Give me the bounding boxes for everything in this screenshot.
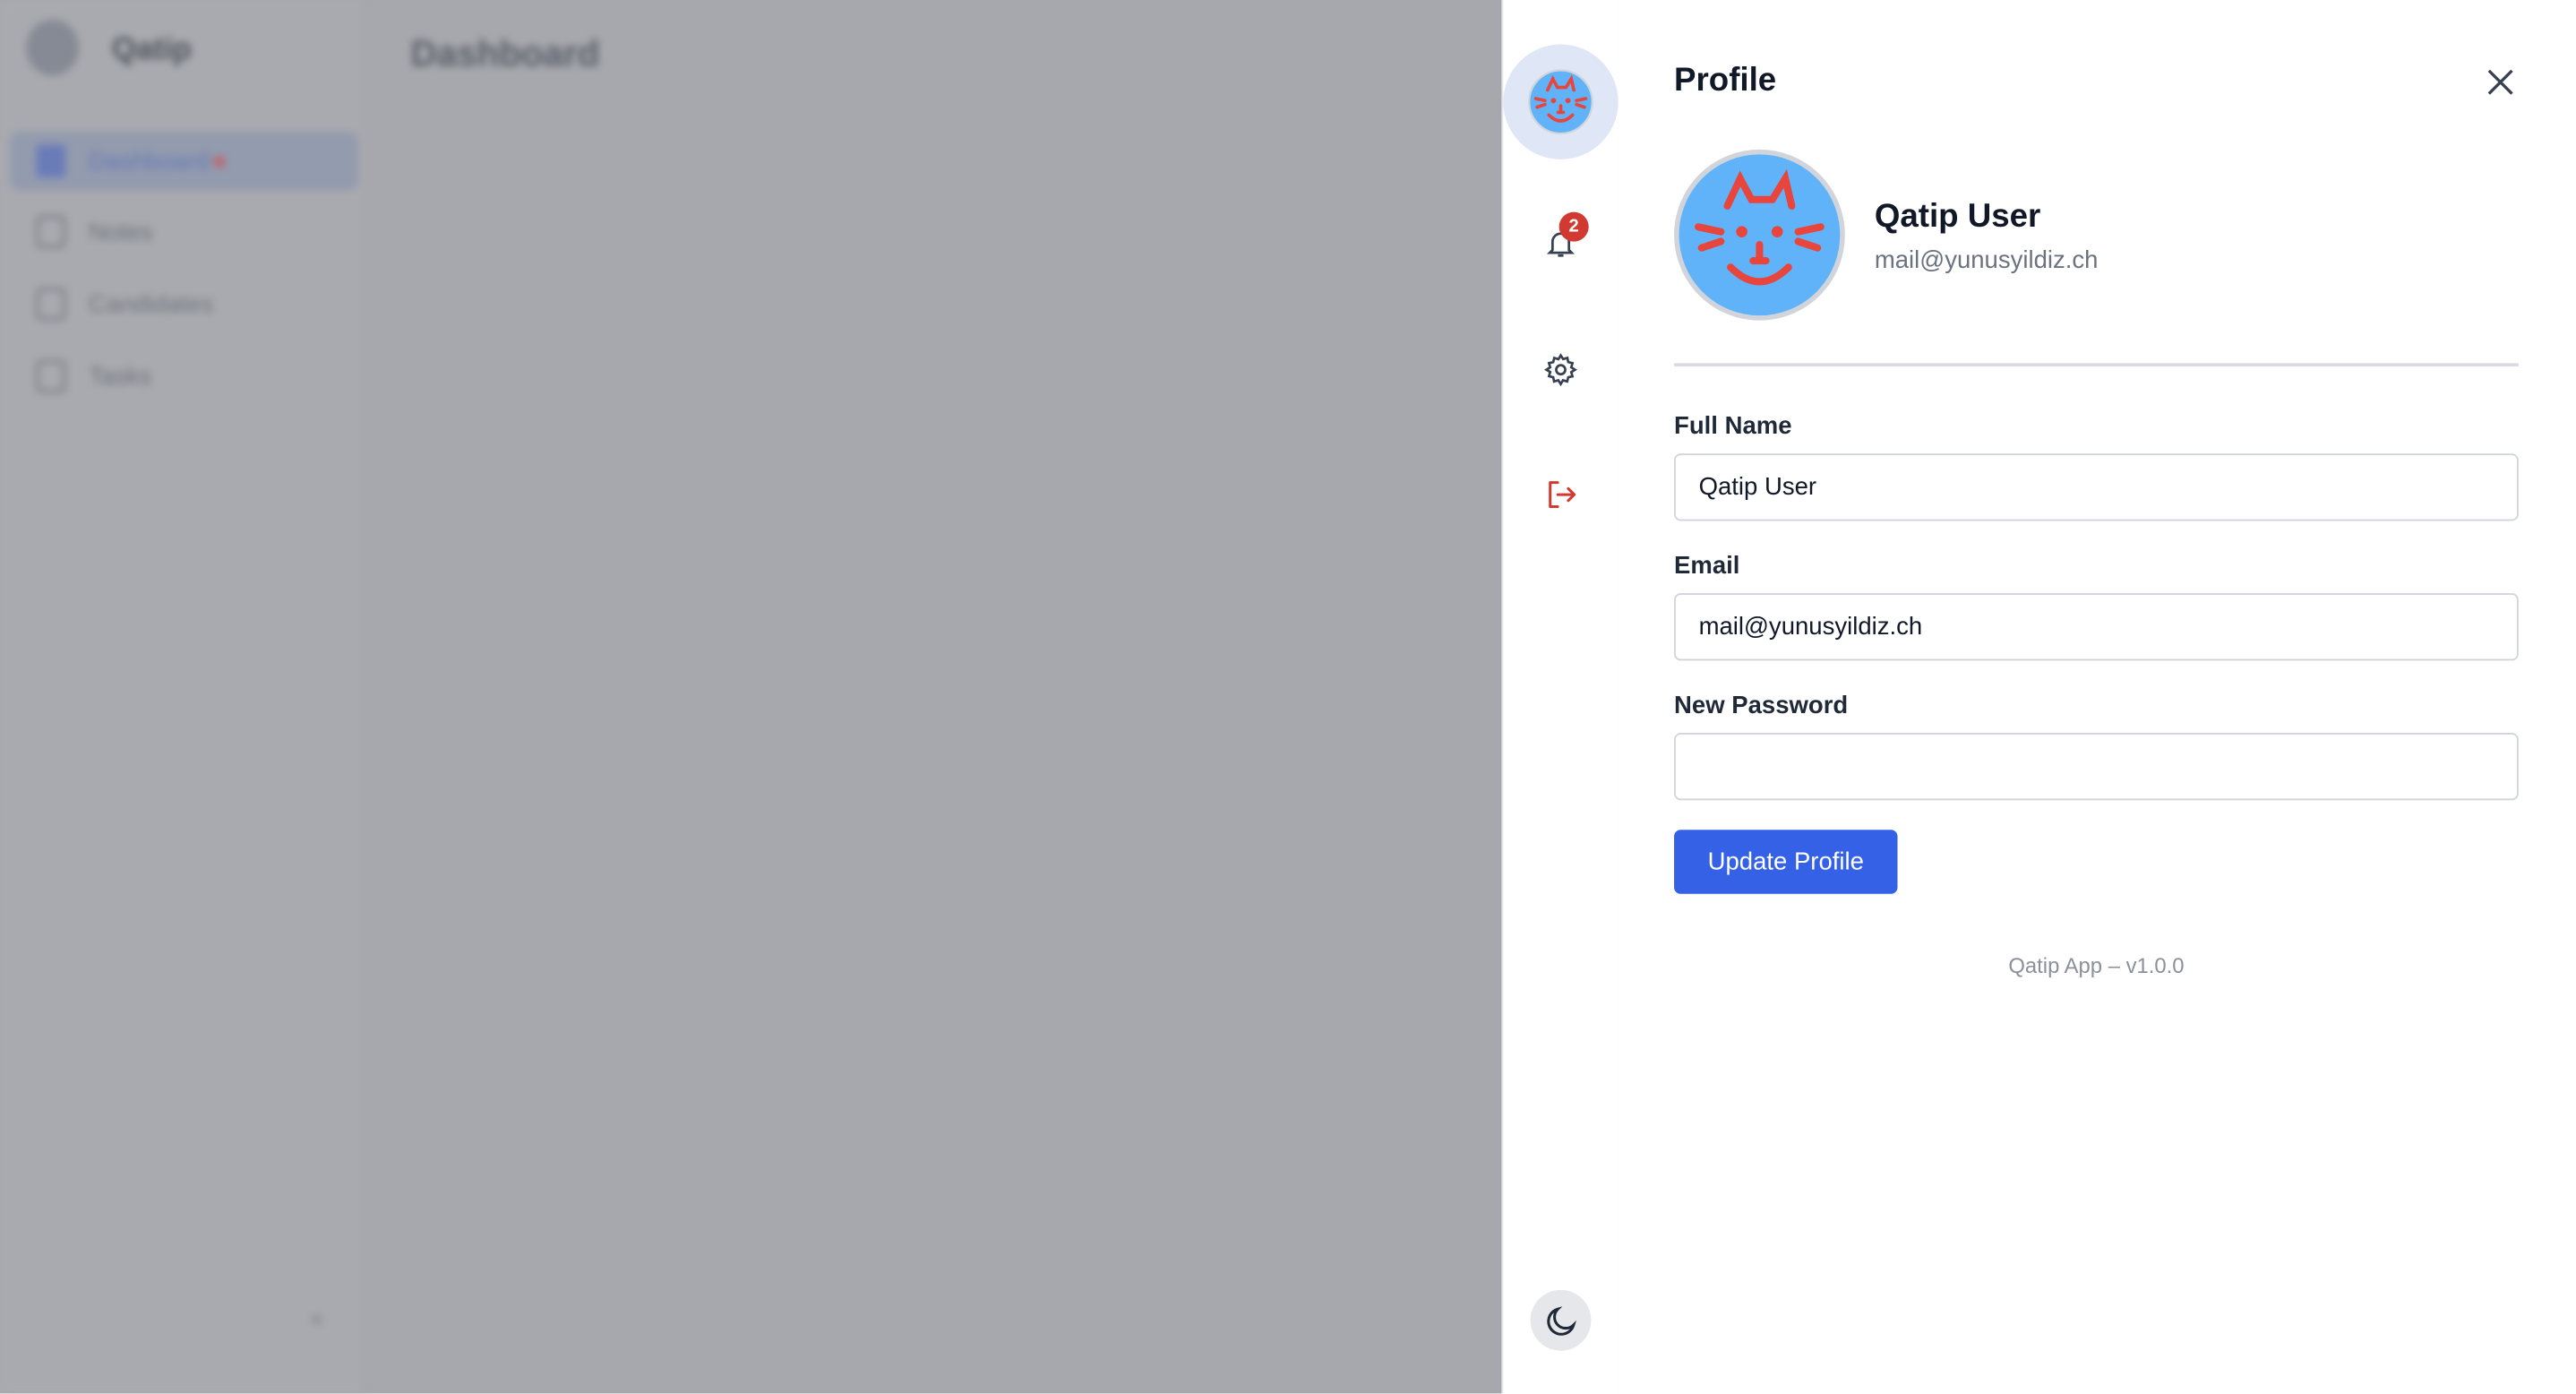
- brand-name: Qatip: [111, 32, 192, 68]
- cat-avatar-icon: [1695, 168, 1825, 286]
- logout-icon: [1549, 481, 1576, 509]
- tasks-icon: [36, 359, 66, 393]
- sidebar-item-label: Notes: [89, 218, 153, 246]
- users-icon: [36, 287, 66, 321]
- settings-button[interactable]: [1542, 352, 1578, 388]
- cat-avatar-icon: [1528, 69, 1593, 135]
- profile-panel: Profile Qatip User mail@yunusyildiz.ch F…: [1618, 0, 2576, 1394]
- avatar: [1674, 149, 1845, 321]
- logout-button[interactable]: [1542, 477, 1578, 512]
- icon-rail: 2: [1501, 0, 1620, 1394]
- notification-dot: [214, 155, 227, 168]
- sidebar: Qatip Dashboard Notes Candidates Tasks «: [0, 0, 367, 1394]
- sidebar-item-label: Candidates: [89, 289, 214, 318]
- profile-avatar-button[interactable]: [1503, 44, 1619, 159]
- gear-icon: [1543, 353, 1577, 387]
- panel-title: Profile: [1674, 62, 1777, 99]
- logo-icon: [26, 20, 80, 76]
- full-name-label: Full Name: [1674, 412, 1792, 441]
- new-password-label: New Password: [1674, 692, 1849, 720]
- sidebar-item-label: Tasks: [89, 362, 152, 391]
- blurred-app-background: Qatip Dashboard Notes Candidates Tasks «…: [0, 0, 1502, 1394]
- sidebar-item-dashboard[interactable]: Dashboard: [10, 131, 358, 191]
- divider: [1674, 363, 2519, 367]
- notifications-button[interactable]: 2: [1542, 211, 1589, 261]
- new-password-input[interactable]: [1674, 733, 2519, 801]
- close-icon: [2487, 69, 2513, 95]
- close-button[interactable]: [2486, 67, 2515, 105]
- notes-icon: [36, 215, 66, 248]
- sidebar-item-label: Dashboard: [89, 147, 210, 176]
- theme-toggle-button[interactable]: [1530, 1289, 1592, 1351]
- email-label: Email: [1674, 552, 1740, 581]
- sidebar-item-candidates[interactable]: Candidates: [10, 274, 358, 333]
- sidebar-item-tasks[interactable]: Tasks: [10, 347, 358, 406]
- email-input[interactable]: [1674, 593, 2519, 661]
- moon-icon: [1546, 1305, 1576, 1335]
- page-title: Dashboard: [410, 32, 600, 74]
- update-profile-button[interactable]: Update Profile: [1674, 830, 1898, 894]
- sidebar-item-notes[interactable]: Notes: [10, 202, 358, 262]
- app-version: Qatip App – v1.0.0: [2008, 952, 2185, 978]
- dashboard-icon: [36, 144, 66, 178]
- full-name-input[interactable]: [1674, 453, 2519, 521]
- user-name: Qatip User: [1874, 198, 2041, 236]
- notification-count-badge: 2: [1558, 211, 1589, 242]
- user-email: mail@yunusyildiz.ch: [1874, 246, 2099, 275]
- collapse-sidebar-button[interactable]: «: [311, 1304, 323, 1330]
